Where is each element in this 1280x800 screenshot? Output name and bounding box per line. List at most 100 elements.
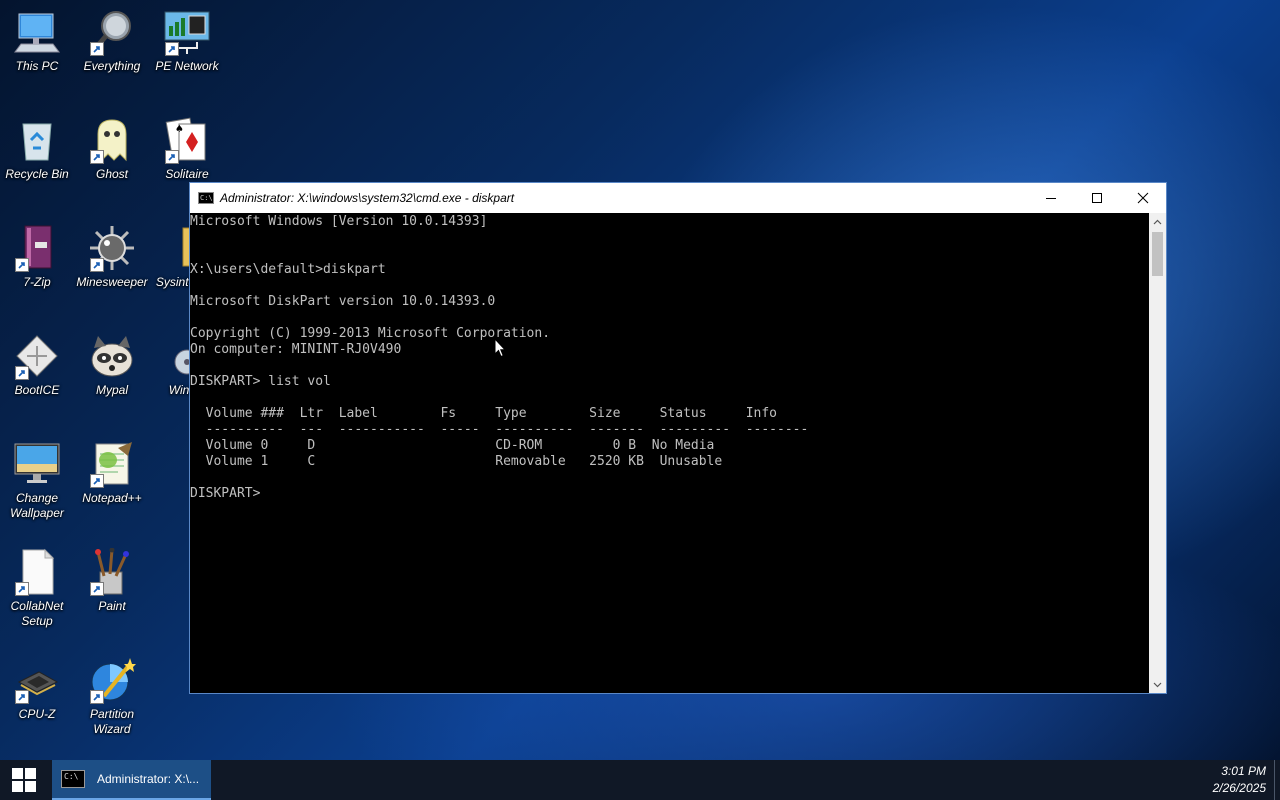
desktop-icon-label: BootICE (14, 383, 60, 397)
console-line: Volume ### Ltr Label Fs Type Size Status… (190, 406, 777, 421)
desktop-icon-everything[interactable]: Everything (75, 8, 149, 74)
vertical-scrollbar[interactable] (1149, 213, 1166, 693)
desktop-icon-ghost[interactable]: Ghost (75, 116, 149, 182)
desktop-icon-label: Notepad++ (82, 491, 142, 505)
shortcut-arrow-icon (90, 42, 104, 56)
start-button[interactable] (0, 760, 48, 800)
taskbar-button-cmd[interactable]: C:\ Administrator: X:\... (52, 760, 211, 800)
console-line: Volume 1 C Removable 2520 KB Unusable (190, 454, 723, 469)
window-title: Administrator: X:\windows\system32\cmd.e… (220, 191, 515, 205)
desktop-icon-recycle-bin[interactable]: Recycle Bin (0, 116, 74, 182)
desktop-icon-label: Minesweeper (76, 275, 148, 289)
desktop-icon-paint[interactable]: Paint (75, 548, 149, 614)
desktop: This PC Recycle Bin 7-Zip BootICE Change… (0, 0, 1280, 760)
show-desktop-button[interactable] (1274, 760, 1280, 800)
taskbar-button-label: Administrator: X:\... (97, 772, 200, 786)
desktop-icon-label: PE Network (155, 59, 219, 73)
scroll-down-button[interactable] (1149, 676, 1166, 693)
console-line: Microsoft Windows [Version 10.0.14393] (190, 214, 488, 229)
close-button[interactable] (1120, 183, 1166, 213)
cmd-icon: C:\ (198, 192, 214, 204)
scroll-up-button[interactable] (1149, 213, 1166, 230)
ghost-icon (88, 116, 136, 164)
desktop-icon-minesweeper[interactable]: Minesweeper (75, 224, 149, 290)
taskbar: C:\ Administrator: X:\... 3:01 PM 2/26/2… (0, 760, 1280, 800)
minimize-button[interactable] (1028, 183, 1074, 213)
cmd-icon: C:\ (61, 770, 85, 788)
maximize-icon (1092, 193, 1102, 203)
console-line: X:\users\default>diskpart (190, 262, 386, 277)
clock-time: 3:01 PM (1221, 764, 1266, 778)
window-titlebar[interactable]: C:\ Administrator: X:\windows\system32\c… (190, 183, 1166, 213)
shortcut-arrow-icon (90, 150, 104, 164)
console-line: Microsoft DiskPart version 10.0.14393.0 (190, 294, 496, 309)
desktop-icon-cpu-z[interactable]: CPU-Z (0, 656, 74, 722)
desktop-icon-label: CPU-Z (18, 707, 56, 721)
shortcut-arrow-icon (90, 474, 104, 488)
desktop-icon-label: Change Wallpaper (10, 491, 64, 520)
shortcut-arrow-icon (15, 258, 29, 272)
this-pc-icon (13, 8, 61, 56)
console-output[interactable]: Microsoft Windows [Version 10.0.14393] X:… (190, 213, 1150, 693)
minimize-icon (1046, 198, 1056, 199)
console-line: DISKPART> list vol (190, 374, 331, 389)
desktop-icon-label: CollabNet Setup (10, 599, 64, 628)
shortcut-arrow-icon (165, 150, 179, 164)
recycle-bin-icon (13, 116, 61, 164)
svg-text:♠: ♠ (175, 124, 184, 135)
change-wallpaper-icon (13, 440, 61, 488)
shortcut-arrow-icon (90, 690, 104, 704)
desktop-icon-pe-network[interactable]: PE Network (150, 8, 224, 74)
console-line: DISKPART> (190, 486, 269, 501)
desktop-icon-7-zip[interactable]: 7-Zip (0, 224, 74, 290)
desktop-icon-label: Solitaire (165, 167, 209, 181)
desktop-icon-change-wallpaper[interactable]: Change Wallpaper (0, 440, 74, 521)
desktop-icon-this-pc[interactable]: This PC (0, 8, 74, 74)
scrollbar-thumb[interactable] (1152, 232, 1163, 276)
desktop-icon-collabnet-setup[interactable]: CollabNet Setup (0, 548, 74, 629)
shortcut-arrow-icon (165, 42, 179, 56)
maximize-button[interactable] (1074, 183, 1120, 213)
console-line: Copyright (C) 1999-2013 Microsoft Corpor… (190, 326, 551, 341)
desktop-icon-label: 7-Zip (23, 275, 51, 289)
7-zip-icon (13, 224, 61, 272)
desktop-icon-label: Partition Wizard (89, 707, 135, 736)
desktop-icon-notepad-plus-plus[interactable]: Notepad++ (75, 440, 149, 506)
wizard-wand-icon (88, 656, 136, 704)
shortcut-arrow-icon (90, 258, 104, 272)
bootice-icon (13, 332, 61, 380)
playing-cards-icon: ♠ (163, 116, 211, 164)
shortcut-arrow-icon (15, 366, 29, 380)
chevron-down-icon (1153, 682, 1162, 687)
system-clock[interactable]: 3:01 PM 2/26/2025 (1186, 763, 1266, 797)
console-line: On computer: MININT-RJ0V490 (190, 342, 402, 357)
mine-icon (88, 224, 136, 272)
mouse-pointer-icon (494, 338, 506, 358)
desktop-icon-label: Recycle Bin (5, 167, 69, 181)
close-icon (1137, 192, 1149, 204)
paint-brushes-icon (88, 548, 136, 596)
magnifier-icon (88, 8, 136, 56)
network-icon (163, 8, 211, 56)
shortcut-arrow-icon (15, 582, 29, 596)
desktop-icon-partition-wizard[interactable]: Partition Wizard (75, 656, 149, 737)
raccoon-icon (88, 332, 136, 380)
desktop-icon-bootice[interactable]: BootICE (0, 332, 74, 398)
desktop-icon-label: Everything (83, 59, 141, 73)
shortcut-arrow-icon (90, 582, 104, 596)
notepad-icon (88, 440, 136, 488)
desktop-icon-label: Mypal (95, 383, 128, 397)
desktop-icon-solitaire[interactable]: ♠ Solitaire (150, 116, 224, 182)
desktop-icon-label: This PC (15, 59, 59, 73)
cmd-window[interactable]: C:\ Administrator: X:\windows\system32\c… (189, 182, 1167, 694)
desktop-icon-label: Paint (98, 599, 126, 613)
desktop-icon-mypal[interactable]: Mypal (75, 332, 149, 398)
chevron-up-icon (1153, 219, 1162, 224)
